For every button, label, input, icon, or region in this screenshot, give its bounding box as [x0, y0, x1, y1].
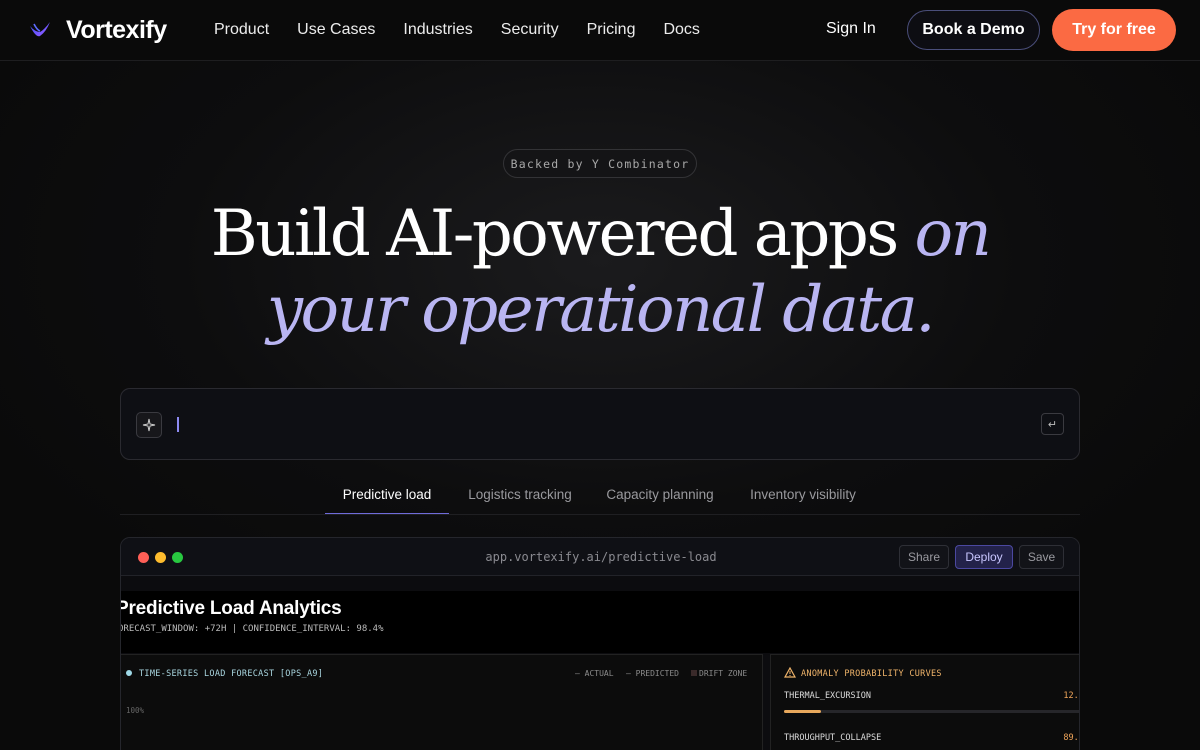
app-preview-window: app.vortexify.ai/predictive-load Share D… [120, 537, 1080, 750]
tab-logistics-tracking[interactable]: Logistics tracking [458, 487, 582, 515]
anomaly-value-throughput: 89.2% [1063, 733, 1079, 743]
anomaly-bar-fill-thermal [784, 710, 821, 713]
headline-plain: Build AI-powered apps [210, 197, 915, 271]
legend-predicted-label: PREDICTED [635, 669, 679, 678]
top-nav: Vortexify Product Use Cases Industries S… [0, 0, 1200, 61]
nav-link-product[interactable]: Product [200, 21, 283, 39]
nav-link-use-cases[interactable]: Use Cases [283, 21, 389, 39]
sparkle-icon [142, 418, 156, 432]
sign-in-link[interactable]: Sign In [826, 20, 876, 38]
window-titlebar: app.vortexify.ai/predictive-load Share D… [121, 538, 1079, 576]
headline-italic-line2: your operational data. [266, 273, 936, 347]
yc-badge: Backed by Y Combinator [503, 149, 697, 178]
enter-key-icon[interactable]: ↵ [1041, 413, 1064, 435]
brand-name: Vortexify [66, 15, 167, 44]
nav-link-pricing[interactable]: Pricing [573, 21, 650, 39]
app-title: Predictive Load Analytics [120, 598, 342, 619]
app-subtitle: ORECAST_WINDOW: +72H | CONFIDENCE_INTERV… [120, 624, 384, 634]
legend-drift-label: DRIFT ZONE [699, 669, 748, 678]
warning-icon [784, 667, 796, 678]
load-forecast-panel: TIME-SERIES LOAD FORECAST [OPS_A9] — ACT… [121, 654, 763, 750]
hero-headline: Build AI-powered apps on your operationa… [0, 196, 1200, 348]
text-caret [177, 417, 179, 432]
nav-link-industries[interactable]: Industries [389, 21, 486, 39]
tabs-divider [120, 514, 1080, 515]
nav-link-docs[interactable]: Docs [649, 21, 713, 39]
y-axis-top-label: 100% [126, 706, 145, 715]
legend-predicted: — PREDICTED [626, 669, 679, 678]
headline-italic-on: on [914, 197, 992, 271]
book-demo-button[interactable]: Book a Demo [907, 10, 1040, 50]
legend-actual-label: ACTUAL [584, 669, 614, 678]
sparkle-button[interactable] [136, 412, 162, 438]
anomaly-label-throughput: THROUGHPUT_COLLAPSE [784, 733, 882, 743]
anomaly-panel-title: ANOMALY PROBABILITY CURVES [801, 669, 942, 679]
legend-drift-zone: DRIFT ZONE [691, 669, 747, 678]
try-free-button[interactable]: Try for free [1052, 9, 1176, 51]
nav-links: Product Use Cases Industries Security Pr… [200, 0, 714, 60]
anomaly-label-thermal: THERMAL_EXCURSION [784, 691, 871, 701]
save-button[interactable]: Save [1019, 545, 1064, 569]
app-header: Predictive Load Analytics ORECAST_WINDOW… [120, 591, 1079, 653]
prompt-input-box[interactable]: ↵ [120, 388, 1080, 460]
anomaly-bar-thermal [784, 710, 1079, 713]
tab-capacity-planning[interactable]: Capacity planning [598, 487, 722, 515]
nav-link-security[interactable]: Security [487, 21, 573, 39]
legend-actual: — ACTUAL [575, 669, 614, 678]
deploy-button[interactable]: Deploy [955, 545, 1013, 569]
anomaly-panel: ANOMALY PROBABILITY CURVES THERMAL_EXCUR… [770, 654, 1079, 750]
forecast-panel-title: TIME-SERIES LOAD FORECAST [OPS_A9] [139, 669, 324, 679]
brand-logo[interactable]: Vortexify [28, 14, 167, 46]
tab-predictive-load[interactable]: Predictive load [325, 487, 449, 515]
series-dot-icon [126, 670, 132, 676]
anomaly-value-thermal: 12.4% [1063, 691, 1079, 701]
tab-inventory-visibility[interactable]: Inventory visibility [738, 487, 868, 515]
share-button[interactable]: Share [899, 545, 949, 569]
vortex-logo-icon [30, 22, 50, 37]
